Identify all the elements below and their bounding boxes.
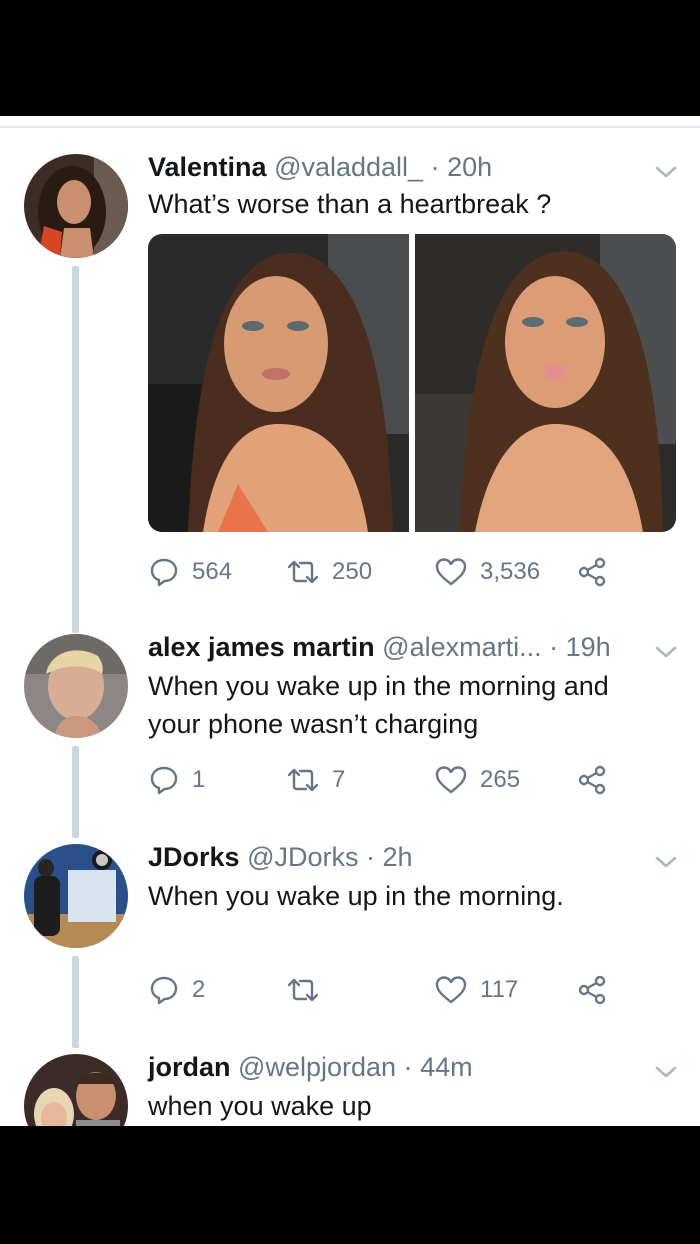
share-button[interactable] — [576, 970, 620, 1010]
tweet-text: When you wake up in the morning and your… — [148, 671, 609, 739]
tweet-text: What’s worse than a heartbreak ? — [148, 189, 552, 219]
author-handle[interactable]: @valaddall_ — [274, 152, 423, 182]
reply-icon — [150, 558, 178, 587]
chevron-down-icon[interactable] — [652, 642, 680, 662]
reply-icon — [150, 976, 178, 1005]
tweet-text: When you wake up in the morning. — [148, 881, 564, 911]
timestamp[interactable]: 44m — [420, 1052, 473, 1082]
tweet-header: jordan @welpjordan · 44m — [148, 1052, 473, 1083]
retweet-button[interactable]: 7 — [286, 760, 345, 800]
separator-dot: · — [403, 1052, 413, 1082]
author-name[interactable]: jordan — [148, 1052, 231, 1082]
author-handle[interactable]: @JDorks — [247, 842, 358, 872]
tweet-media[interactable] — [148, 234, 676, 532]
reply-button[interactable]: 1 — [148, 760, 205, 800]
author-handle[interactable]: @alexmarti... — [382, 632, 541, 662]
tweet-actions: 2 117 — [148, 970, 628, 1010]
author-name[interactable]: Valentina — [148, 152, 267, 182]
media-photo[interactable] — [415, 234, 676, 532]
retweet-button[interactable] — [286, 970, 332, 1010]
retweet-count: 7 — [332, 766, 346, 793]
reply-count: 2 — [192, 976, 206, 1003]
avatar[interactable] — [24, 844, 128, 948]
timeline-top-divider — [0, 116, 700, 128]
heart-icon — [435, 558, 467, 586]
like-count: 3,536 — [480, 558, 541, 585]
navigation-bar-area — [0, 1126, 700, 1244]
retweet-count: 250 — [332, 558, 373, 585]
tweet-text: when you wake up — [148, 1091, 372, 1121]
tweet-header: JDorks @JDorks · 2h — [148, 842, 413, 873]
share-icon — [578, 765, 606, 795]
separator-dot: · — [549, 632, 559, 662]
like-count: 265 — [480, 766, 521, 793]
share-icon — [578, 557, 606, 587]
timeline: Valentina @valaddall_ · 20h What’s worse… — [0, 128, 700, 1126]
tweet[interactable]: JDorks @JDorks · 2h When you wake up in … — [0, 838, 700, 1048]
like-button[interactable]: 265 — [434, 760, 520, 800]
author-name[interactable]: JDorks — [148, 842, 240, 872]
like-button[interactable]: 3,536 — [434, 552, 540, 592]
like-button[interactable]: 117 — [434, 970, 518, 1010]
chevron-down-icon[interactable] — [652, 1062, 680, 1082]
chevron-down-icon[interactable] — [652, 162, 680, 182]
media-photo[interactable] — [148, 234, 409, 532]
chevron-down-icon[interactable] — [652, 852, 680, 872]
tweet-actions: 564 250 3,536 — [148, 552, 628, 592]
timestamp[interactable]: 20h — [447, 152, 492, 182]
share-button[interactable] — [576, 760, 620, 800]
reply-button[interactable]: 564 — [148, 552, 232, 592]
heart-icon — [435, 766, 467, 794]
status-bar-area — [0, 0, 700, 116]
share-button[interactable] — [576, 552, 620, 592]
separator-dot: · — [430, 152, 440, 182]
author-name[interactable]: alex james martin — [148, 632, 375, 662]
author-handle[interactable]: @welpjordan — [238, 1052, 396, 1082]
like-count: 117 — [480, 976, 519, 1003]
tweet-header: Valentina @valaddall_ · 20h — [148, 152, 492, 183]
share-icon — [578, 975, 606, 1005]
reply-count: 564 — [192, 558, 233, 585]
tweet[interactable]: jordan @welpjordan · 44m when you wake u… — [0, 1048, 700, 1126]
timestamp[interactable]: 19h — [566, 632, 611, 662]
reply-button[interactable]: 2 — [148, 970, 205, 1010]
separator-dot: · — [366, 842, 375, 872]
avatar[interactable] — [24, 154, 128, 258]
tweet[interactable]: alex james martin @alexmarti... · 19h Wh… — [0, 628, 700, 838]
tweet-header: alex james martin @alexmarti... · 19h — [148, 632, 611, 663]
retweet-icon — [287, 978, 319, 1002]
retweet-icon — [287, 768, 319, 792]
reply-icon — [150, 766, 178, 795]
heart-icon — [435, 976, 467, 1004]
timestamp[interactable]: 2h — [383, 842, 413, 872]
tweet-actions: 1 7 265 — [148, 760, 628, 800]
retweet-icon — [287, 560, 319, 584]
avatar[interactable] — [24, 1054, 128, 1126]
retweet-button[interactable]: 250 — [286, 552, 372, 592]
tweet[interactable]: Valentina @valaddall_ · 20h What’s worse… — [0, 128, 700, 628]
avatar[interactable] — [24, 634, 128, 738]
reply-count: 1 — [192, 766, 206, 793]
